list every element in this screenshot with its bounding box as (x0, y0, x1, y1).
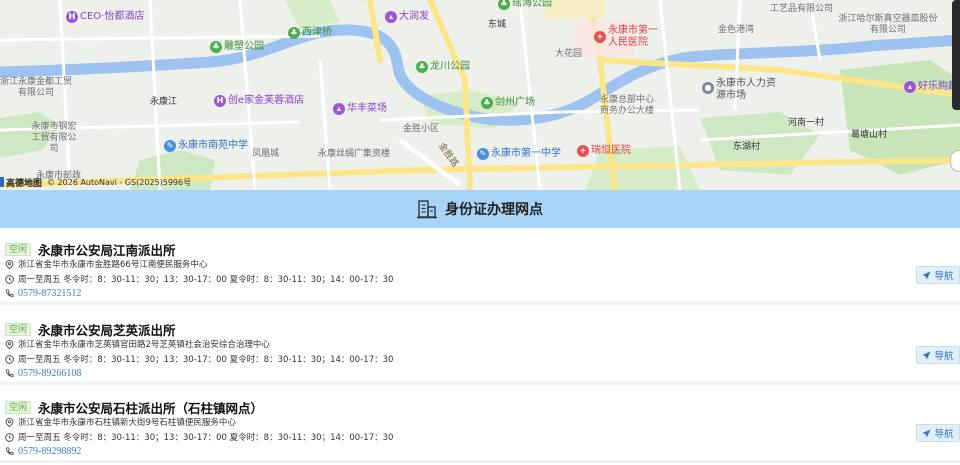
office-title-row: 空闲 永康市公安局石柱派出所（石柱镇网点） (5, 398, 263, 417)
office-phone: 0579-89298892 (5, 446, 81, 457)
office-name: 永康市公安局石柱派出所（石柱镇网点） (38, 401, 264, 416)
hotel-icon: H (214, 95, 226, 107)
poi-park[interactable]: ♣ 剑州广场 (481, 97, 535, 109)
office-card[interactable]: 空闲 永康市公安局江南派出所 浙江省金华市永康市金胜路66号江南便民服务中心 周… (0, 228, 960, 305)
office-address: 浙江省金华市永康市石柱镇新大街9号石柱镇便民服务中心 (5, 416, 236, 428)
map-logo: 高德地图 (6, 178, 43, 189)
app-root: H CEO·怡都酒店 ♣ 雕塑公园 ♣ 西津桥 ▴ 大润发 ♣ 龙川公园 ♣ 剑州广场 ▴ 华… (0, 0, 960, 465)
hotel-icon: H (66, 11, 78, 23)
map-label: 永康总部中心商务办公大楼 (599, 95, 654, 116)
shopping-icon: ▴ (333, 103, 345, 115)
map-label: 河南一村 (788, 118, 825, 128)
map-view[interactable]: H CEO·怡都酒店 ♣ 雕塑公园 ♣ 西津桥 ▴ 大润发 ♣ 龙川公园 ♣ 剑州广场 ▴ 华… (0, 0, 960, 190)
poi-hospital[interactable]: + 永康市第一人民医院 (594, 25, 666, 49)
clock-icon (5, 354, 14, 364)
poi-market[interactable]: ▴ 华丰菜场 (333, 103, 387, 115)
send-arrow-icon (922, 270, 932, 280)
map-label: 永康丝绸广集资楼 (318, 149, 391, 159)
park-icon: ♣ (210, 41, 222, 53)
phone-icon (6, 289, 14, 297)
office-hours: 周一至周五 冬令时：8：30-11：30；13：30-17：00 夏令时：8：3… (5, 273, 393, 285)
map-label: 永康市钢宏工贸有限公司 (31, 122, 77, 154)
map-label: 凤凰城 (252, 149, 280, 159)
clock-icon (5, 274, 14, 284)
poi-shopping[interactable]: ▴ 好乐购超 (904, 81, 958, 93)
map-scroll-handle[interactable] (952, 0, 960, 110)
office-icon: ● (702, 82, 714, 94)
poi-office[interactable]: ● 永康市人力资源市场 (702, 78, 782, 102)
location-pin-icon (5, 259, 14, 269)
status-badge: 空闲 (5, 323, 32, 336)
navigate-button[interactable]: 导航 (916, 424, 960, 442)
phone-link[interactable]: 0579-87321512 (18, 288, 81, 299)
park-icon: ♣ (416, 61, 428, 73)
poi-hotel[interactable]: H CEO·怡都酒店 (66, 11, 144, 23)
section-header: 身份证办理网点 (0, 190, 960, 228)
school-icon: ✎ (477, 148, 489, 160)
hospital-icon: + (577, 145, 589, 157)
building-icon (417, 200, 437, 219)
poi-park[interactable]: ♣ 龙川公园 (416, 61, 470, 73)
poi-school[interactable]: ✎ 永康市南苑中学 (164, 140, 248, 152)
office-name: 永康市公安局芝英派出所 (38, 323, 176, 338)
map-label: 浙江永康金都工贸有限公司 (0, 77, 73, 98)
send-arrow-icon (922, 428, 932, 438)
shopping-icon: ▴ (904, 81, 916, 93)
office-title-row: 空闲 永康市公安局江南派出所 (5, 240, 176, 259)
poi-school[interactable]: ✎ 永康市第一中学 (477, 148, 561, 160)
phone-icon (6, 369, 14, 377)
clock-icon (5, 432, 14, 442)
send-arrow-icon (922, 350, 932, 360)
office-card[interactable]: 空闲 永康市公安局石柱派出所（石柱镇网点） 浙江省金华市永康市石柱镇新大街9号石… (0, 386, 960, 463)
park-icon: ♣ (288, 27, 300, 39)
shopping-icon: ▴ (385, 11, 397, 23)
map-label: 葛塘山村 (851, 130, 888, 140)
map-copyright: © 2026 AutoNavi - GS(2025)5996号 (47, 177, 192, 187)
office-phone: 0579-87321512 (5, 288, 81, 299)
office-card[interactable]: 空闲 永康市公安局芝英派出所 浙江省金华市永康市芝英镇官田路2号芝英镇社会治安综… (0, 308, 960, 385)
office-name: 永康市公安局江南派出所 (38, 243, 176, 258)
map-base-layer (0, 0, 960, 190)
map-label: 永康江 (150, 97, 178, 107)
status-badge: 空闲 (5, 401, 32, 414)
office-address: 浙江省金华市永康市芝英镇官田路2号芝英镇社会治安综合治理中心 (5, 338, 270, 350)
map-attribution: 高德地图 © 2026 AutoNavi - GS(2025)5996号 (0, 176, 192, 189)
navigate-button[interactable]: 导航 (916, 266, 960, 284)
school-icon: ✎ (164, 140, 176, 152)
poi-hospital[interactable]: + 瑞恒医院 (577, 145, 631, 157)
phone-link[interactable]: 0579-89266108 (18, 368, 81, 379)
map-label: 金色港湾 (718, 25, 755, 35)
office-list: 空闲 永康市公安局江南派出所 浙江省金华市永康市金胜路66号江南便民服务中心 周… (0, 228, 960, 465)
poi-park[interactable]: ♣ 西津桥 (288, 27, 332, 39)
map-locate-button[interactable] (950, 150, 960, 172)
navigate-button[interactable]: 导航 (916, 346, 960, 364)
map-label: 东湖村 (733, 142, 761, 152)
map-label: 浙江哈尔斯真空器皿股份有限公司 (838, 14, 938, 35)
map-label: 工艺品有限公司 (770, 4, 834, 14)
poi-park[interactable]: ♣ 雕塑公园 (210, 41, 264, 53)
collapse-arrow-icon[interactable] (0, 177, 4, 187)
office-hours: 周一至周五 冬令时：8：30-11：30；13：30-17：00 夏令时：8：3… (5, 353, 393, 365)
map-label: 金胜小区 (403, 124, 440, 134)
poi-park[interactable]: ♣ 瑶海公园 (498, 0, 552, 10)
office-title-row: 空闲 永康市公安局芝英派出所 (5, 320, 176, 339)
poi-shopping[interactable]: ▴ 大润发 (385, 11, 429, 23)
map-label: 东城 (488, 20, 507, 30)
phone-icon (6, 447, 14, 455)
phone-link[interactable]: 0579-89298892 (18, 446, 81, 457)
poi-hotel[interactable]: H 创e家金芙蓉酒店 (214, 95, 304, 107)
office-address: 浙江省金华市永康市金胜路66号江南便民服务中心 (5, 258, 207, 270)
location-pin-icon (5, 417, 14, 427)
location-pin-icon (5, 339, 14, 349)
status-badge: 空闲 (5, 243, 32, 256)
section-title: 身份证办理网点 (445, 202, 543, 218)
office-phone: 0579-89266108 (5, 368, 81, 379)
park-icon: ♣ (481, 97, 493, 109)
park-icon: ♣ (498, 0, 510, 10)
map-label: 大花园 (555, 49, 583, 59)
office-hours: 周一至周五 冬令时：8：30-11：30；13：30-17：00 夏令时：8：3… (5, 431, 393, 443)
hospital-icon: + (594, 31, 606, 43)
